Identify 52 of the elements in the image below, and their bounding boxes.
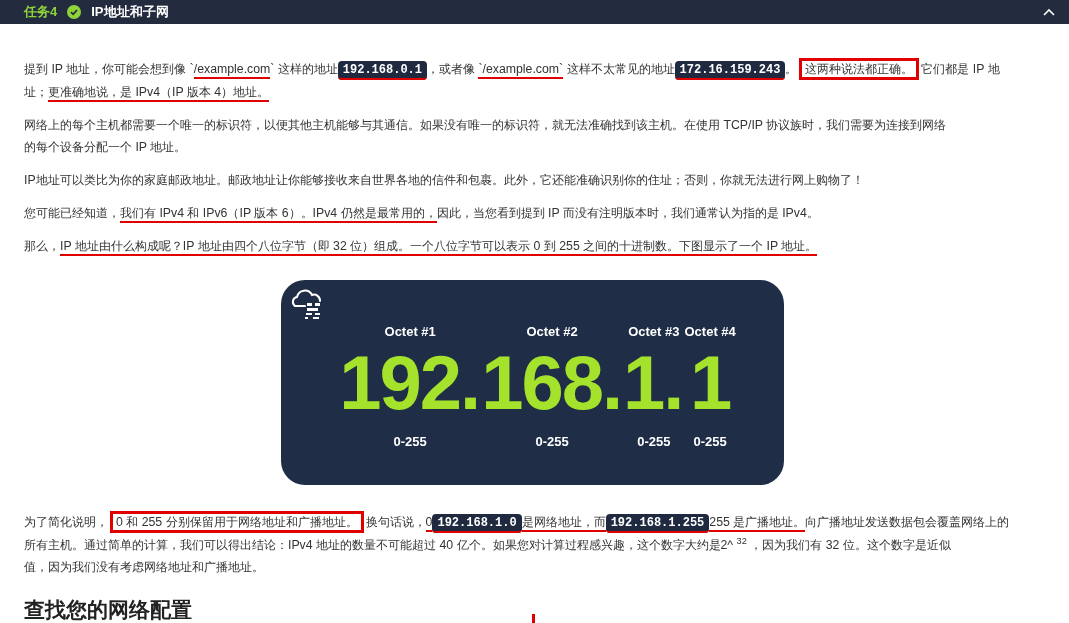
octet-separator: . [663,343,685,423]
task-header[interactable]: 任务4 IP地址和子网 [0,0,1069,24]
octet-value: 1 [690,343,731,423]
paragraph-text: 网络上的每个主机都需要一个唯一的标识符，以便其他主机能够与其通信。如果没有唯一的标识符，就无法准确找到该主机。在使用 TCP/IP 协议族时，我们需要为连接到网络 [24,118,947,132]
paragraph-text: 为了简化说明， [24,515,108,529]
underlined-text: 是网络地址，而 [521,515,606,532]
boxed-text: 这两种说法都正确。 [799,58,920,80]
octet-value: 168 [481,343,602,423]
paragraph-text: 因此，当您看到提到 IP 而没有注明版本时，我们通常认为指的是 IPv4。 [436,206,819,220]
underlined-inline-code: 172.16.159.243 [674,61,786,80]
paragraph-text: ` 这样的地址 [270,62,338,76]
chevron-up-icon[interactable] [1043,8,1055,16]
octet-separator: . [460,343,482,423]
paragraph-text: 这样不太常见的地址 [565,62,675,76]
boxed-text: 0 和 255 分别保留用于网络地址和广播地址。 [110,511,364,533]
underlined-inline-code: 192.168.1.0 [432,514,522,533]
paragraph-text: 换句话说， [365,515,426,529]
paragraph-text: 您可能已经知道， [24,206,120,220]
underlined-inline-code: 192.168.0.1 [337,61,428,80]
underlined-text: 255 是广播地址。 [709,515,806,532]
annotation-mark [532,614,535,623]
underlined-text: IP 地址由什么构成呢？IP 地址由四个八位字节（即 32 位）组成。一个八位字节可以表示 0 到 255 之间的十进制数。下图显示了一个 IP 地址。 [60,239,818,256]
task-number: 任务4 [24,3,58,22]
octet-separator: . [601,343,624,423]
octet-range: 0-255 [693,433,727,451]
paragraph-text: ，或者像 [427,62,477,76]
octet-value: 192 [339,343,460,423]
underlined-text: /example.com [193,62,271,79]
paragraph-text: IP地址可以类比为你的家庭邮政地址。邮政地址让你能够接收来自世界各地的信件和包裹。此外，它还能准确识别你的住址；否则，你就无法进行网上购物了！ [24,173,864,187]
octet-range: 0-255 [393,433,427,451]
octet-range: 0-255 [535,433,569,451]
octet-label: Octet #1 [384,323,436,341]
octet-label: Octet #2 [526,323,578,341]
paragraph-text: 。 [785,62,798,76]
octet-label: Octet #3 [628,323,680,341]
underlined-inline-code: 192.168.1.255 [605,514,710,533]
task-title: IP地址和子网 [91,3,169,22]
octet-label: Octet #4 [684,323,736,341]
paragraph-text: 那么， [24,239,60,253]
underlined-text: 更准确地说，是 IPv4（IP 版本 4）地址。 [48,85,270,102]
underlined-text: 我们有 IPv4 和 IPv6（IP 版本 6）。IPv4 仍然是最常用的， [120,206,437,223]
paragraph-text: 提到 IP 地址，你可能会想到像 ` [24,62,194,76]
paragraph-text: 址； [24,85,48,99]
octet-range: 0-255 [637,433,671,451]
octet-value: 1 [623,343,664,423]
paragraph-text: 的每个设备分配一个 IP 地址。 [24,140,187,154]
underlined-text: `/example.com` [478,62,564,79]
paragraph-text: 所有主机。通过简单的计算，我们可以得出结论：IPv4 地址的数量不可能超过 40 亿个。如果您对计算过程感兴趣，这个数字大约是2^ $^{32}$ ，因为我们有 32 位。这个数字是近似 [24,538,951,552]
section-heading: 查找您的网络配置 [24,597,192,623]
paragraph-text: 它们都是 IP 地 [921,62,1000,76]
paragraph-text: 值，因为我们没有考虑网络地址和广播地址。 [24,560,264,574]
paragraph-text: 向广播地址发送数据包会覆盖网络上的 [805,515,1010,529]
